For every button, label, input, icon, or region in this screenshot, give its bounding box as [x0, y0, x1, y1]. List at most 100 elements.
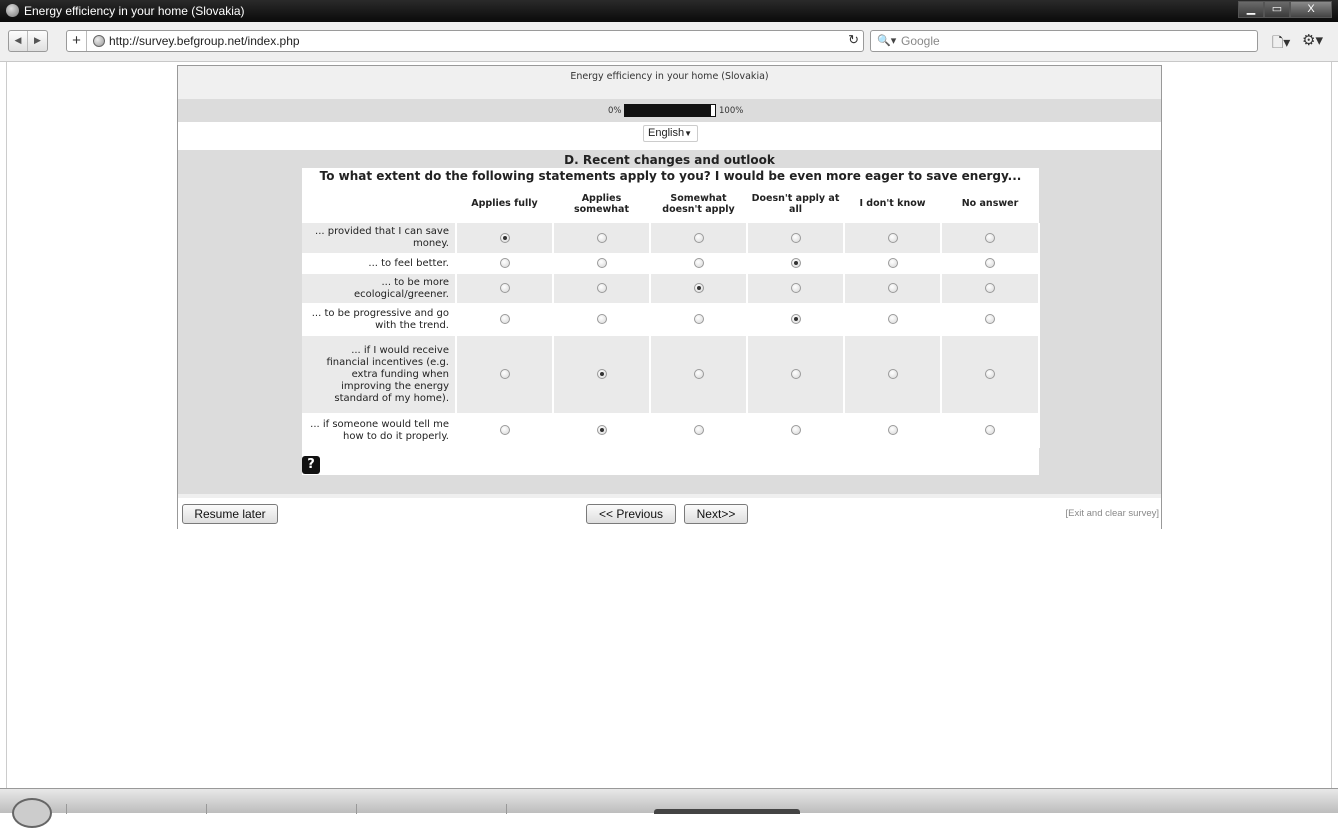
answer-cell[interactable]	[941, 335, 1040, 415]
close-button[interactable]: X	[1290, 1, 1332, 18]
answer-cell[interactable]	[747, 335, 845, 415]
resume-later-button[interactable]: Resume later	[182, 504, 278, 524]
row-label: ... provided that I can save money.	[302, 223, 457, 255]
answer-cell[interactable]	[747, 414, 845, 448]
language-select[interactable]: English ▼	[643, 125, 698, 142]
radio-option[interactable]	[596, 283, 607, 293]
forward-arrow-icon[interactable]: ▶	[28, 31, 47, 51]
radio-option[interactable]	[499, 314, 510, 324]
answer-cell[interactable]	[650, 254, 748, 274]
back-arrow-icon[interactable]: ◀	[9, 31, 28, 51]
answer-cell[interactable]	[553, 254, 651, 274]
radio-option[interactable]	[790, 369, 801, 379]
answer-cell[interactable]	[456, 335, 554, 415]
radio-option[interactable]	[499, 258, 510, 268]
maximize-button[interactable]: ▭	[1264, 1, 1290, 18]
address-url[interactable]: http://survey.befgroup.net/index.php	[109, 34, 300, 48]
answer-cell[interactable]	[844, 335, 942, 415]
answer-cell[interactable]	[747, 223, 845, 255]
answer-cell[interactable]	[844, 304, 942, 336]
help-icon[interactable]: ?	[302, 456, 320, 474]
taskbar-active-item[interactable]	[654, 809, 800, 814]
radio-option[interactable]	[790, 232, 801, 243]
radio-option[interactable]	[693, 314, 704, 324]
answer-cell[interactable]	[456, 273, 554, 305]
answer-cell[interactable]	[650, 273, 748, 305]
radio-option[interactable]	[596, 314, 607, 324]
radio-option[interactable]	[790, 425, 801, 435]
radio-option[interactable]	[887, 283, 898, 293]
answer-cell[interactable]	[844, 414, 942, 448]
answer-cell[interactable]	[553, 304, 651, 336]
answer-cell[interactable]	[941, 254, 1040, 274]
radio-option[interactable]	[499, 283, 510, 293]
radio-option[interactable]	[887, 232, 898, 243]
radio-selected[interactable]	[499, 232, 510, 243]
answer-cell[interactable]	[941, 304, 1040, 336]
radio-option[interactable]	[985, 314, 995, 324]
answer-cell[interactable]	[844, 223, 942, 255]
page-menu-icon[interactable]: 🗋▾	[1272, 32, 1290, 56]
radio-option[interactable]	[499, 425, 510, 435]
radio-option[interactable]	[985, 425, 995, 435]
answer-cell[interactable]	[650, 304, 748, 336]
answer-cell[interactable]	[553, 223, 651, 255]
answer-cell[interactable]	[553, 414, 651, 448]
search-input[interactable]: 🔍▾ Google	[870, 30, 1258, 52]
address-bar[interactable]: + http://survey.befgroup.net/index.php ↻	[66, 30, 864, 52]
answer-cell[interactable]	[747, 254, 845, 274]
answer-cell[interactable]	[844, 254, 942, 274]
radio-option[interactable]	[693, 232, 704, 243]
next-button[interactable]: Next>>	[684, 504, 748, 524]
answer-cell[interactable]	[456, 254, 554, 274]
exit-clear-survey-link[interactable]: [Exit and clear survey]	[1066, 508, 1159, 519]
group-title: D. Recent changes and outlook	[564, 153, 775, 167]
answer-cell[interactable]	[650, 414, 748, 448]
radio-selected[interactable]	[596, 425, 607, 435]
column-header: Applies fully	[456, 184, 553, 223]
answer-cell[interactable]	[456, 223, 554, 255]
survey-navigation: Resume later << Previous Next>> [Exit an…	[178, 494, 1161, 529]
radio-option[interactable]	[985, 232, 995, 243]
answer-cell[interactable]	[941, 273, 1040, 305]
radio-option[interactable]	[499, 369, 510, 379]
radio-option[interactable]	[887, 425, 898, 435]
radio-option[interactable]	[985, 258, 995, 268]
row-label: ... to be progressive and go with the tr…	[302, 304, 457, 336]
radio-option[interactable]	[596, 258, 607, 268]
radio-option[interactable]	[985, 283, 995, 293]
matrix-row: ... to feel better.	[302, 254, 1040, 274]
answer-cell[interactable]	[553, 335, 651, 415]
answer-cell[interactable]	[650, 223, 748, 255]
start-orb-icon[interactable]	[12, 798, 52, 828]
add-bookmark-icon[interactable]: +	[67, 31, 87, 51]
gear-icon[interactable]: ⚙▾	[1302, 31, 1323, 49]
reload-icon[interactable]: ↻	[848, 32, 859, 48]
matrix-row: ... to be progressive and go with the tr…	[302, 304, 1040, 336]
answer-cell[interactable]	[747, 273, 845, 305]
previous-button[interactable]: << Previous	[586, 504, 676, 524]
minimize-button[interactable]: ▁	[1238, 1, 1264, 18]
radio-option[interactable]	[693, 258, 704, 268]
radio-option[interactable]	[596, 232, 607, 243]
radio-option[interactable]	[887, 369, 898, 379]
radio-option[interactable]	[887, 258, 898, 268]
answer-cell[interactable]	[844, 273, 942, 305]
radio-selected[interactable]	[790, 314, 801, 324]
radio-option[interactable]	[790, 283, 801, 293]
radio-option[interactable]	[887, 314, 898, 324]
answer-cell[interactable]	[650, 335, 748, 415]
answer-cell[interactable]	[456, 414, 554, 448]
radio-option[interactable]	[693, 369, 704, 379]
answer-cell[interactable]	[553, 273, 651, 305]
radio-selected[interactable]	[693, 283, 704, 293]
answer-cell[interactable]	[941, 414, 1040, 448]
radio-selected[interactable]	[596, 369, 607, 379]
answer-cell[interactable]	[747, 304, 845, 336]
progress-end-label: 100%	[719, 106, 744, 116]
radio-option[interactable]	[985, 369, 995, 379]
radio-selected[interactable]	[790, 258, 801, 268]
answer-cell[interactable]	[941, 223, 1040, 255]
radio-option[interactable]	[693, 425, 704, 435]
answer-cell[interactable]	[456, 304, 554, 336]
